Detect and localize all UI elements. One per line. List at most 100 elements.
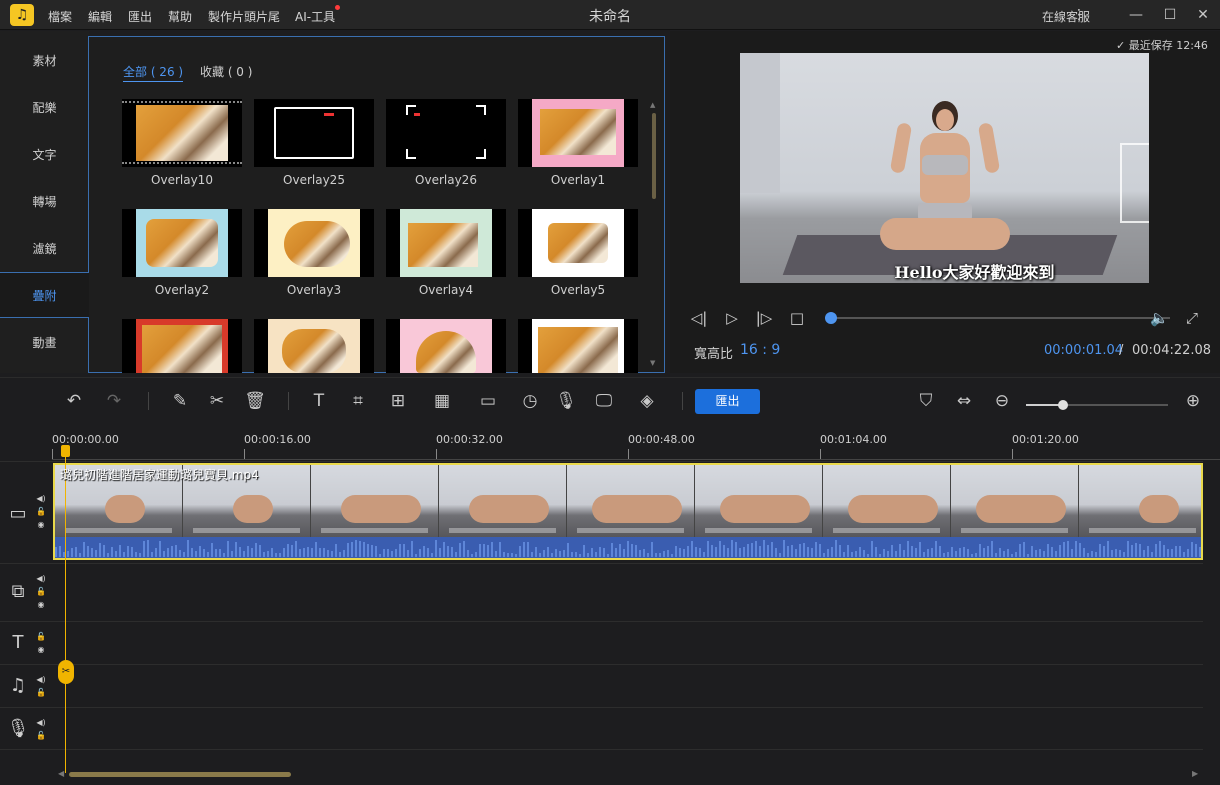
scroll-right-icon[interactable]: ▶ [1192,769,1198,778]
menu-ai-tools[interactable]: AI-工具 [295,8,335,25]
waveform-bar [871,540,873,557]
menu-edit[interactable]: 編輯 [88,8,112,25]
overlay-thumbnail[interactable] [254,99,374,167]
playhead[interactable] [65,449,66,773]
tab-all[interactable]: 全部 ( 26 ) [123,63,184,82]
overlay-thumbnail[interactable] [254,209,374,277]
waveform-bar [1071,548,1073,557]
aspect-ratio-value[interactable]: 16 : 9 [740,342,780,358]
nav-item-music[interactable]: 配樂 [0,85,89,131]
fit-timeline-icon[interactable]: ⇔ [953,390,975,412]
cut-scissors-icon[interactable]: ✂ [206,390,228,412]
time-ruler[interactable] [52,459,1220,460]
speaker-icon[interactable]: ◀) [36,673,46,686]
stop-icon[interactable]: □ [788,309,806,327]
overlay-thumbnail[interactable] [122,319,242,373]
library-scrollbar[interactable] [652,113,656,199]
lock-icon[interactable]: 🔓 [36,729,46,742]
nav-item-media[interactable]: 素材 [0,38,89,84]
overlay-thumbnail[interactable] [122,99,242,167]
speaker-icon[interactable]: ◀) [36,492,46,505]
menu-export[interactable]: 匯出 [128,8,152,25]
text-tool-icon[interactable]: T [308,390,330,412]
eye-icon[interactable]: ◉ [36,518,46,531]
overlay-thumbnail[interactable] [386,209,506,277]
zoom-frame-icon[interactable]: ⊞ [387,390,409,412]
overlay-thumbnail[interactable] [518,319,638,373]
previous-frame-icon[interactable]: ◁| [690,309,708,327]
play-icon[interactable]: ▷ [723,309,741,327]
more-menu-icon[interactable]: ⋮ [1069,5,1089,25]
waveform-bar [895,550,897,557]
overlay-thumbnail[interactable] [254,319,374,373]
volume-icon[interactable]: 🔈 [1150,309,1169,327]
overlay-thumbnail[interactable] [122,209,242,277]
overlay-thumbnail[interactable] [518,209,638,277]
speaker-icon[interactable]: ◀) [36,572,46,585]
fullscreen-icon[interactable]: ⤢ [1183,309,1201,327]
waveform-bar [1111,550,1113,557]
playhead-handle[interactable] [61,445,70,457]
overlay-thumbnail[interactable] [386,319,506,373]
menu-file[interactable]: 檔案 [48,8,72,25]
split-scissors-icon[interactable]: ✂ [58,660,74,684]
zoom-in-icon[interactable]: ⊕ [1182,390,1204,412]
overlay-label: Overlay2 [154,283,210,297]
screen-record-icon[interactable]: 🖵 [593,390,615,412]
menu-help[interactable]: 幫助 [168,8,192,25]
waveform-bar [1167,549,1169,557]
nav-item-animations[interactable]: 動畫 [0,320,89,366]
waveform-bar [931,548,933,557]
nav-item-text[interactable]: 文字 [0,132,89,178]
lock-icon[interactable]: 🔓 [36,630,46,643]
waveform-bar [287,544,289,557]
waveform-bar [959,548,961,557]
close-icon[interactable]: ✕ [1193,5,1213,25]
waveform-bar [915,548,917,557]
next-frame-icon[interactable]: |▷ [755,309,773,327]
redo-icon[interactable]: ↷ [103,390,125,412]
nav-item-filters[interactable]: 濾鏡 [0,226,89,272]
waveform-bar [571,552,573,557]
lock-icon[interactable]: 🔓 [36,505,46,518]
eye-icon[interactable]: ◉ [36,598,46,611]
eye-icon[interactable]: ◉ [36,643,46,656]
voiceover-mic-icon[interactable]: 🎙 [555,390,577,412]
lock-icon[interactable]: 🔓 [36,585,46,598]
menu-intro-outro[interactable]: 製作片頭片尾 [208,8,280,25]
crop-icon[interactable]: ⌗ [347,390,369,412]
video-clip[interactable]: 璐兒初階進階居家運動璐兒寶貝.mp4 [53,463,1203,560]
edit-pencil-icon[interactable]: ✎ [169,390,191,412]
scroll-up-icon[interactable]: ▲ [650,101,655,109]
tab-favorites[interactable]: 收藏 ( 0 ) [200,63,252,80]
waveform-bar [619,543,621,557]
preview-scrubber[interactable] [830,317,1170,319]
scrubber-handle[interactable] [825,312,838,324]
marker-icon[interactable]: ⛉ [915,390,937,412]
scroll-down-icon[interactable]: ▼ [650,359,655,367]
minimize-icon[interactable]: — [1126,5,1146,25]
maximize-icon[interactable]: ☐ [1160,5,1180,25]
zoom-out-icon[interactable]: ⊖ [991,390,1013,412]
freeze-frame-icon[interactable]: ▭ [477,390,499,412]
waveform-bar [1175,546,1177,557]
nav-item-overlays[interactable]: 疊附 [0,272,89,318]
delete-trash-icon[interactable]: 🗑 [244,390,266,412]
overlay-thumbnail[interactable] [386,99,506,167]
undo-icon[interactable]: ↶ [63,390,85,412]
nav-item-transitions[interactable]: 轉場 [0,179,89,225]
waveform-bar [351,541,353,557]
duration-clock-icon[interactable]: ◷ [519,390,541,412]
timeline-scrollbar[interactable] [69,772,291,777]
waveform-bar [119,544,121,557]
overlay-thumbnail[interactable] [518,99,638,167]
export-button[interactable]: 匯出 [695,389,760,414]
scroll-left-icon[interactable]: ◀ [58,769,64,778]
video-preview[interactable]: Hello大家好歡迎來到 [740,53,1149,283]
mosaic-icon[interactable]: ▦ [431,390,453,412]
color-fill-icon[interactable]: ◈ [636,390,658,412]
zoom-slider-handle[interactable] [1057,400,1068,410]
lock-icon[interactable]: 🔓 [36,686,46,699]
waveform-bar [103,544,105,557]
speaker-icon[interactable]: ◀) [36,716,46,729]
